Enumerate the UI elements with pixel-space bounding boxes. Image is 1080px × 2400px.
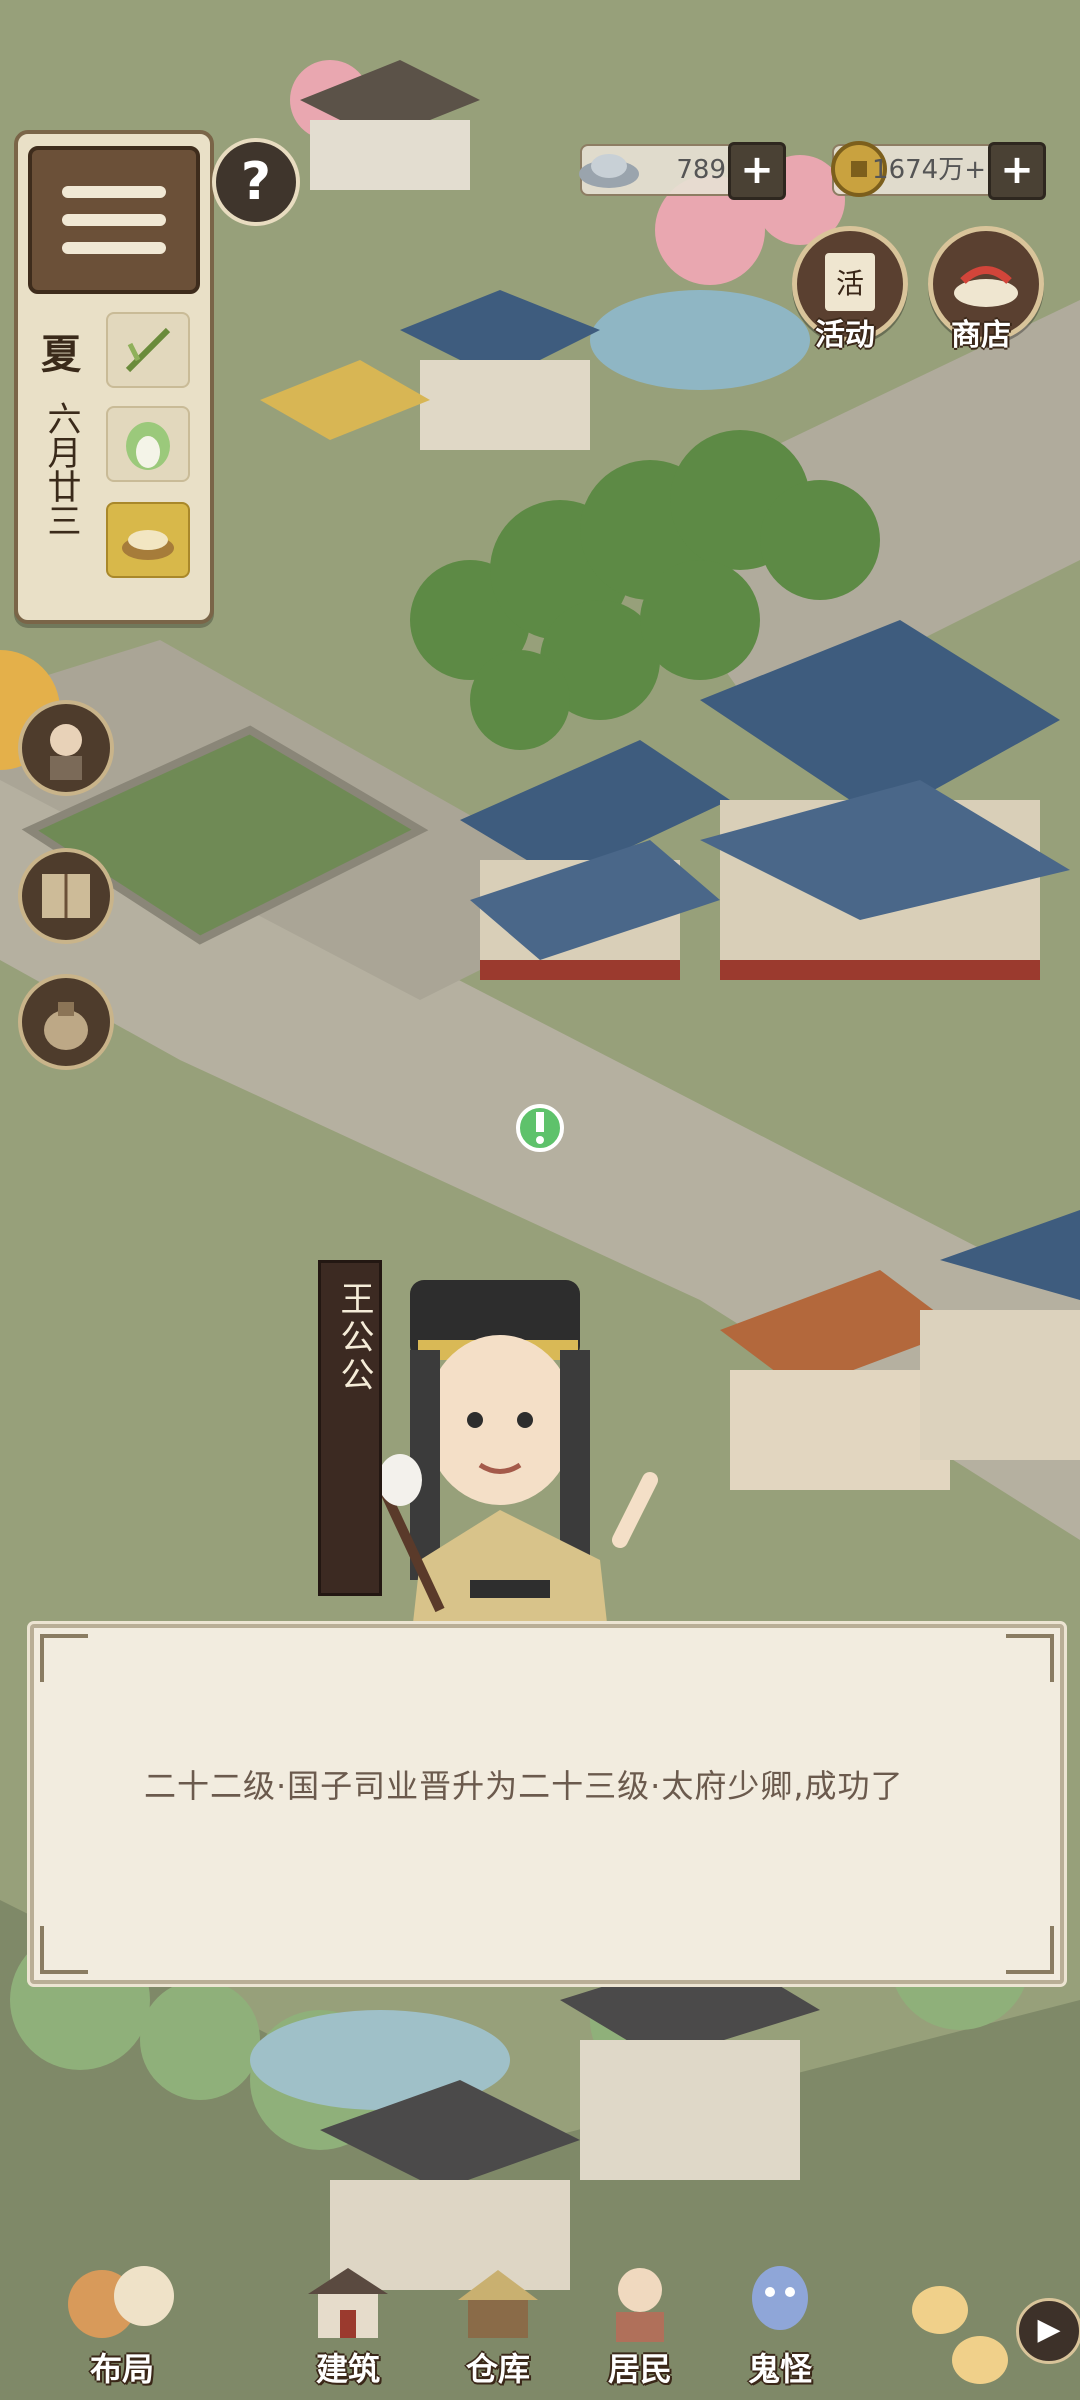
cabbage-slot-icon[interactable] [106, 406, 190, 482]
silver-counter: 789 + [579, 142, 786, 200]
resident-icon [616, 2268, 664, 2342]
nav-warehouse-label: 仓库 [465, 2350, 530, 2388]
date-label: 六月廿三 [41, 401, 81, 537]
nav-ghosts[interactable]: 鬼怪 [710, 2244, 850, 2394]
add-coin-button[interactable]: + [988, 142, 1046, 200]
nav-layout-label: 布局 [89, 2350, 154, 2388]
nav-building[interactable]: 建筑 [278, 2244, 418, 2394]
food-bowl-slot-icon[interactable] [106, 502, 190, 578]
bag-icon [44, 1002, 88, 1050]
main-menu-button[interactable] [28, 146, 200, 294]
nav-residents-label: 居民 [607, 2350, 672, 2388]
bag-button[interactable] [18, 974, 114, 1070]
dialog-text: 二十二级·国子司业晋升为二十三级·太府少卿,成功了 [144, 1767, 904, 1805]
shop-label: 商店 [951, 318, 1011, 353]
speaker-name-plate: 王公公 [318, 1260, 382, 1596]
silver-ingot-icon [579, 154, 639, 188]
speaker-name: 王公公 [334, 1281, 374, 1395]
season-label: 夏 [41, 331, 81, 378]
book-button[interactable] [18, 848, 114, 944]
silver-value: 789 [676, 155, 726, 185]
nav-layout[interactable]: 布局 [52, 2244, 192, 2394]
coin-counter: 1674万+ + [831, 141, 1046, 200]
book-icon [42, 874, 90, 918]
coin-value: 1674万+ [872, 155, 986, 185]
layout-icon [68, 2266, 174, 2338]
nav-building-label: 建筑 [315, 2350, 380, 2388]
villager-icon [50, 724, 82, 780]
nav-more-arrow-icon[interactable]: ▶ [1016, 2298, 1080, 2364]
activity-label: 活动 [815, 318, 875, 353]
villager-button[interactable] [18, 700, 114, 796]
dialog-box[interactable]: 二十二级·国子司业晋升为二十三级·太府少卿,成功了 [30, 1624, 1064, 1984]
nav-residents[interactable]: 居民 [570, 2244, 710, 2394]
calendar-panel: 夏 六月廿三 [14, 130, 214, 624]
building-icon [308, 2268, 388, 2338]
activity-glyph: 活 [836, 267, 864, 300]
nav-ghosts-label: 鬼怪 [747, 2350, 812, 2388]
help-button[interactable]: ? [212, 138, 300, 226]
nav-warehouse[interactable]: 仓库 [428, 2244, 568, 2394]
add-silver-button[interactable]: + [728, 142, 786, 200]
ghost-icon [752, 2266, 808, 2330]
herb-slot-icon[interactable] [106, 312, 190, 388]
warehouse-icon [458, 2270, 538, 2338]
